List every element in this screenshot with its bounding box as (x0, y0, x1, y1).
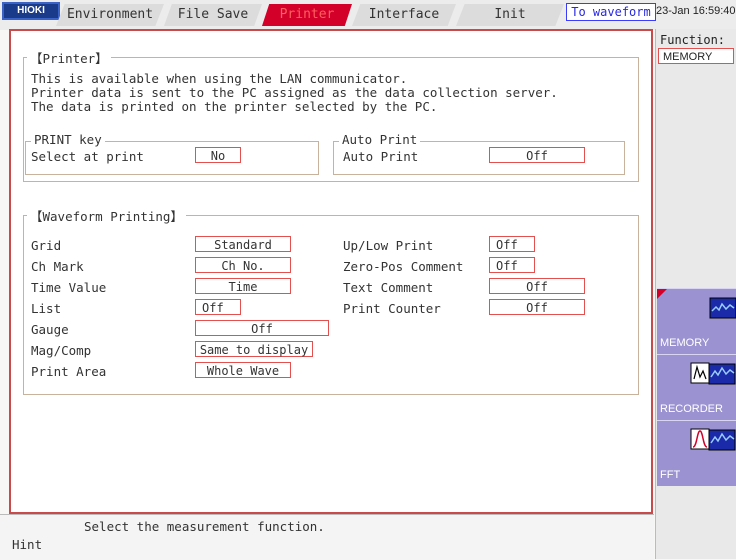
up-low-print-label: Up/Low Print (343, 238, 434, 253)
waveform-printing-title: 【Waveform Printing】 (27, 206, 186, 225)
fft-button-label: FFT (660, 469, 681, 481)
zero-pos-comment-label: Zero-Pos Comment (343, 259, 464, 274)
settings-panel: 【Printer】 This is available when using t… (9, 29, 653, 514)
fft-spectrum-icon (690, 428, 736, 451)
print-area-value[interactable]: Whole Wave (195, 362, 291, 378)
clock-display: 23-Jan 16:59:40 (656, 5, 736, 17)
gauge-value[interactable]: Off (195, 320, 329, 336)
mag-comp-value[interactable]: Same to display (195, 341, 313, 357)
hint-label: Hint (12, 537, 43, 552)
tab-printer[interactable]: Printer (262, 4, 352, 26)
recorder-waveform-icon (690, 362, 736, 385)
hint-message: Select the measurement function. (84, 519, 325, 534)
select-at-print-label: Select at print (31, 149, 144, 164)
select-at-print-value[interactable]: No (195, 147, 241, 163)
hint-bar: Select the measurement function. Hint (0, 514, 654, 560)
ch-mark-label: Ch Mark (31, 259, 84, 274)
list-label: List (31, 301, 62, 316)
mag-comp-label: Mag/Comp (31, 343, 92, 358)
tab-file-save[interactable]: File Save (164, 4, 262, 26)
grid-value[interactable]: Standard (195, 236, 291, 252)
grid-label: Grid (31, 238, 62, 253)
ch-mark-value[interactable]: Ch No. (195, 257, 291, 273)
print-counter-value[interactable]: Off (489, 299, 585, 315)
printer-description: This is available when using the LAN com… (31, 72, 558, 114)
brand-logo: HIOKI (2, 2, 60, 20)
tab-init[interactable]: Init (456, 4, 564, 26)
auto-print-title: Auto Print (339, 132, 421, 147)
printer-group-title: 【Printer】 (27, 48, 111, 67)
zero-pos-comment-value[interactable]: Off (489, 257, 535, 273)
to-waveform-button[interactable]: To waveform (566, 3, 656, 21)
up-low-print-value[interactable]: Off (489, 236, 535, 252)
function-button-fft[interactable]: FFT (657, 420, 736, 486)
auto-print-value[interactable]: Off (489, 147, 585, 163)
text-comment-value[interactable]: Off (489, 278, 585, 294)
time-value-value[interactable]: Time (195, 278, 291, 294)
recorder-button-label: RECORDER (660, 403, 723, 415)
tab-bar: HIOKI Environment File Save Printer Inte… (0, 0, 736, 30)
gauge-label: Gauge (31, 322, 69, 337)
list-value[interactable]: Off (195, 299, 241, 315)
print-key-title: PRINT key (31, 132, 105, 147)
function-button-memory[interactable]: MEMORY (657, 288, 736, 354)
tab-interface[interactable]: Interface (352, 4, 456, 26)
printer-desc-line-2: Printer data is sent to the PC assigned … (31, 85, 558, 100)
tab-environment[interactable]: Environment (56, 4, 164, 26)
print-counter-label: Print Counter (343, 301, 441, 316)
printer-desc-line-3: The data is printed on the printer selec… (31, 99, 438, 114)
auto-print-label: Auto Print (343, 149, 419, 164)
text-comment-label: Text Comment (343, 280, 434, 295)
memory-button-label: MEMORY (660, 337, 710, 349)
function-value[interactable]: MEMORY (658, 48, 734, 64)
selected-indicator-icon (657, 289, 667, 299)
print-area-label: Print Area (31, 364, 107, 379)
printer-desc-line-1: This is available when using the LAN com… (31, 71, 408, 86)
memory-waveform-icon (709, 297, 736, 319)
function-button-recorder[interactable]: RECORDER (657, 354, 736, 420)
time-value-label: Time Value (31, 280, 107, 295)
function-label: Function: (660, 33, 726, 47)
function-side-panel: Function: MEMORY MEMORY RECORDER FFT (655, 29, 736, 559)
